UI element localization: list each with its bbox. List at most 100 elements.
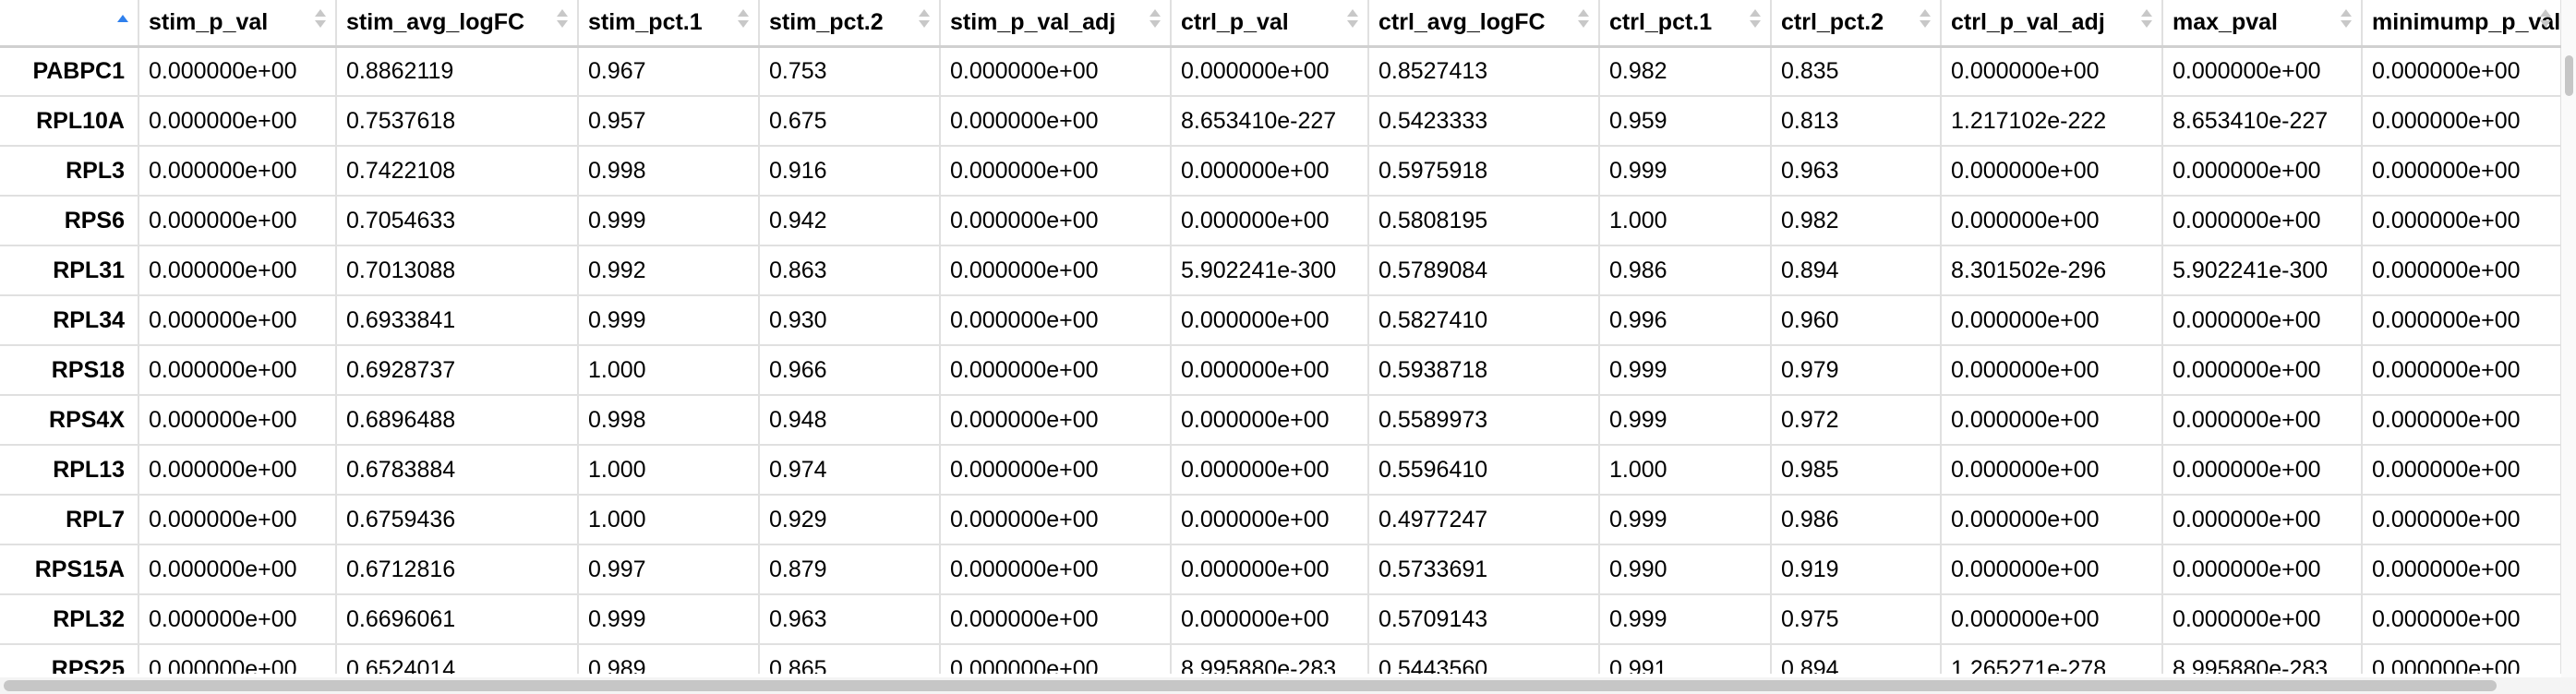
- table-cell-stim_pct2: 0.863: [759, 245, 941, 296]
- column-header-minimump_p_val[interactable]: minimump_p_val: [2362, 0, 2561, 48]
- table-cell-max_pval: 0.000000e+00: [2162, 345, 2363, 396]
- sort-icon[interactable]: [1920, 7, 1931, 35]
- table-cell-stim_avg_logFC: 0.6896488: [336, 395, 579, 446]
- vertical-scrollbar-thumb[interactable]: [2565, 55, 2573, 96]
- table-cell-stim_pct1: 0.997: [578, 544, 760, 595]
- sort-ascending-icon[interactable]: [117, 7, 128, 35]
- table-row: RPS25 0.000000e+00 0.6524014 0.989 0.865 0.00…: [0, 644, 2561, 674]
- table-cell-stim_p_val_adj: 0.000000e+00: [940, 594, 1172, 645]
- table-cell-ctrl_p_val: 0.000000e+00: [1171, 395, 1369, 446]
- table-cell-ctrl_p_val: 0.000000e+00: [1171, 295, 1369, 346]
- table-cell-ctrl_avg_logFC: 0.5808195: [1368, 196, 1600, 246]
- table-cell-stim_avg_logFC: 0.7054633: [336, 196, 579, 246]
- table-cell-ctrl_pct1: 1.000: [1599, 445, 1772, 496]
- table-cell-stim_p_val: 0.000000e+00: [138, 46, 337, 97]
- column-header-ctrl_pct2[interactable]: ctrl_pct.2: [1771, 0, 1942, 48]
- table-cell-ctrl_pct2: 0.985: [1771, 445, 1942, 496]
- table-cell-stim_pct2: 0.675: [759, 96, 941, 147]
- table-cell-stim_pct2: 0.930: [759, 295, 941, 346]
- table-cell-stim_avg_logFC: 0.8862119: [336, 46, 579, 97]
- table-cell-max_pval: 5.902241e-300: [2162, 245, 2363, 296]
- table-cell-max_pval: 8.653410e-227: [2162, 96, 2363, 147]
- table-cell-ctrl_pct1: 0.999: [1599, 146, 1772, 197]
- table-cell-stim_pct1: 1.000: [578, 445, 760, 496]
- column-header-stim_pct2[interactable]: stim_pct.2: [759, 0, 941, 48]
- table-cell-minimump_p_val: 0.000000e+00: [2362, 544, 2561, 595]
- sort-icon[interactable]: [2341, 7, 2352, 35]
- table-cell-ctrl_pct2: 0.963: [1771, 146, 1942, 197]
- sort-icon[interactable]: [1578, 7, 1589, 35]
- table-cell-ctrl_pct2: 0.919: [1771, 544, 1942, 595]
- table-cell-ctrl_pct2: 0.894: [1771, 245, 1942, 296]
- sort-icon[interactable]: [1150, 7, 1161, 35]
- table-cell-stim_p_val_adj: 0.000000e+00: [940, 146, 1172, 197]
- table-cell-stim_p_val: 0.000000e+00: [138, 345, 337, 396]
- column-header-ctrl_p_val_adj[interactable]: ctrl_p_val_adj: [1941, 0, 2163, 48]
- sort-icon[interactable]: [2141, 7, 2152, 35]
- table-cell-minimump_p_val: 0.000000e+00: [2362, 46, 2561, 97]
- column-header-ctrl_pct1[interactable]: ctrl_pct.1: [1599, 0, 1772, 48]
- table-row: RPL32 0.000000e+00 0.6696061 0.999 0.963 0.00…: [0, 594, 2561, 645]
- table-cell-max_pval: 8.995880e-283: [2162, 644, 2363, 674]
- column-header-rowname[interactable]: [0, 0, 139, 48]
- row-name-cell: RPL3: [0, 146, 139, 197]
- table-cell-stim_avg_logFC: 0.6933841: [336, 295, 579, 346]
- table-row: RPS4X 0.000000e+00 0.6896488 0.998 0.948 0.00…: [0, 395, 2561, 446]
- table-row: RPL3 0.000000e+00 0.7422108 0.998 0.916 0.000…: [0, 146, 2561, 197]
- table-cell-stim_avg_logFC: 0.6524014: [336, 644, 579, 674]
- table-cell-ctrl_p_val: 8.653410e-227: [1171, 96, 1369, 147]
- column-header-stim_avg_logFC[interactable]: stim_avg_logFC: [336, 0, 579, 48]
- table-cell-minimump_p_val: 0.000000e+00: [2362, 196, 2561, 246]
- table-cell-stim_pct1: 1.000: [578, 345, 760, 396]
- table-cell-ctrl_p_val_adj: 0.000000e+00: [1941, 46, 2163, 97]
- sort-icon[interactable]: [315, 7, 326, 35]
- table-cell-stim_avg_logFC: 0.6712816: [336, 544, 579, 595]
- table-row: RPL7 0.000000e+00 0.6759436 1.000 0.929 0.000…: [0, 495, 2561, 545]
- horizontal-scrollbar-thumb[interactable]: [4, 680, 2497, 691]
- row-name-cell: RPS4X: [0, 395, 139, 446]
- column-header-max_pval[interactable]: max_pval: [2162, 0, 2363, 48]
- sort-icon[interactable]: [738, 7, 749, 35]
- column-header-ctrl_p_val[interactable]: ctrl_p_val: [1171, 0, 1369, 48]
- table-cell-stim_pct2: 0.916: [759, 146, 941, 197]
- sort-icon[interactable]: [919, 7, 930, 35]
- vertical-scrollbar[interactable]: [2561, 0, 2576, 677]
- table-row: RPS15A 0.000000e+00 0.6712816 0.997 0.879 0.0…: [0, 544, 2561, 595]
- table-cell-ctrl_p_val_adj: 0.000000e+00: [1941, 345, 2163, 396]
- table-cell-max_pval: 0.000000e+00: [2162, 495, 2363, 545]
- row-name-cell: RPS15A: [0, 544, 139, 595]
- table-cell-stim_avg_logFC: 0.6696061: [336, 594, 579, 645]
- column-header-label: stim_pct.2: [769, 8, 884, 35]
- table-cell-stim_p_val: 0.000000e+00: [138, 146, 337, 197]
- row-name-cell: RPL7: [0, 495, 139, 545]
- column-header-label: ctrl_avg_logFC: [1378, 8, 1546, 35]
- table-cell-stim_p_val: 0.000000e+00: [138, 245, 337, 296]
- table-cell-stim_p_val: 0.000000e+00: [138, 295, 337, 346]
- table-cell-ctrl_avg_logFC: 0.5589973: [1368, 395, 1600, 446]
- table-cell-stim_pct2: 0.948: [759, 395, 941, 446]
- column-header-ctrl_avg_logFC[interactable]: ctrl_avg_logFC: [1368, 0, 1600, 48]
- table-cell-ctrl_pct1: 0.990: [1599, 544, 1772, 595]
- sort-icon[interactable]: [2540, 7, 2551, 35]
- table-cell-ctrl_p_val_adj: 0.000000e+00: [1941, 495, 2163, 545]
- column-header-stim_p_val[interactable]: stim_p_val: [138, 0, 337, 48]
- sort-icon[interactable]: [557, 7, 568, 35]
- column-header-stim_pct1[interactable]: stim_pct.1: [578, 0, 760, 48]
- table-cell-ctrl_p_val_adj: 0.000000e+00: [1941, 445, 2163, 496]
- table-cell-ctrl_p_val_adj: 0.000000e+00: [1941, 395, 2163, 446]
- table-cell-ctrl_pct2: 0.960: [1771, 295, 1942, 346]
- sort-icon[interactable]: [1750, 7, 1761, 35]
- horizontal-scrollbar[interactable]: [0, 677, 2576, 694]
- table-cell-ctrl_p_val_adj: 0.000000e+00: [1941, 295, 2163, 346]
- row-name-cell: RPS25: [0, 644, 139, 674]
- table-cell-max_pval: 0.000000e+00: [2162, 544, 2363, 595]
- table-cell-ctrl_avg_logFC: 0.5709143: [1368, 594, 1600, 645]
- column-header-stim_p_val_adj[interactable]: stim_p_val_adj: [940, 0, 1172, 48]
- table-row: RPS6 0.000000e+00 0.7054633 0.999 0.942 0.000…: [0, 196, 2561, 246]
- table-cell-ctrl_avg_logFC: 0.5938718: [1368, 345, 1600, 396]
- table-cell-minimump_p_val: 0.000000e+00: [2362, 345, 2561, 396]
- sort-icon[interactable]: [1347, 7, 1358, 35]
- table-cell-stim_pct1: 0.999: [578, 196, 760, 246]
- table-cell-ctrl_avg_logFC: 0.8527413: [1368, 46, 1600, 97]
- table-cell-stim_p_val_adj: 0.000000e+00: [940, 46, 1172, 97]
